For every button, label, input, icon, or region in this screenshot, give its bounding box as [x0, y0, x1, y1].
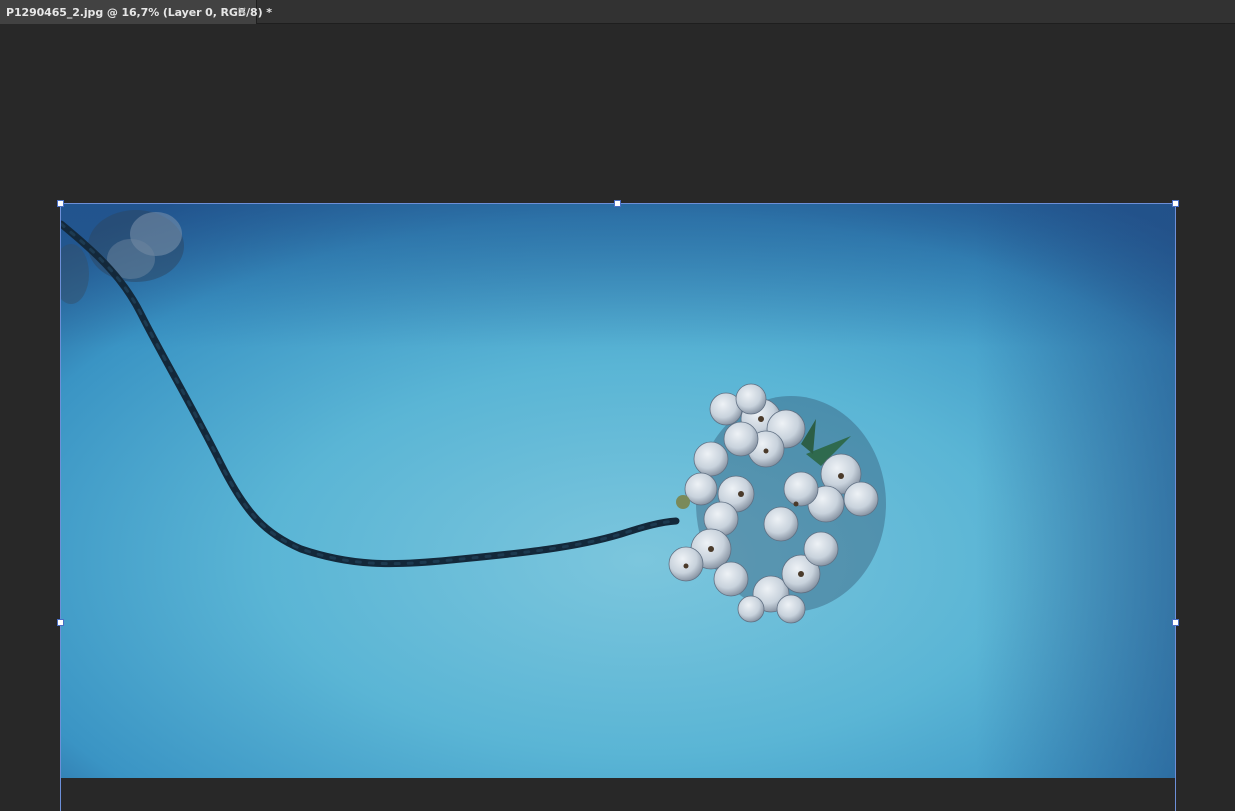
- document-tab-title: P1290465_2.jpg @ 16,7% (Layer 0, RGB/8) …: [6, 5, 272, 19]
- transform-handle-middle-right[interactable]: [1172, 619, 1179, 626]
- document-tab-bar: P1290465_2.jpg @ 16,7% (Layer 0, RGB/8) …: [0, 0, 1235, 24]
- close-icon[interactable]: ×: [236, 4, 248, 18]
- transform-handle-middle-left[interactable]: [57, 619, 64, 626]
- transform-bounding-box[interactable]: [60, 203, 1176, 811]
- document-tab[interactable]: P1290465_2.jpg @ 16,7% (Layer 0, RGB/8) …: [0, 0, 272, 24]
- transform-handle-top-center[interactable]: [614, 200, 621, 207]
- canvas-area[interactable]: [0, 25, 1235, 811]
- transform-handle-top-left[interactable]: [57, 200, 64, 207]
- photo-editor-window: P1290465_2.jpg @ 16,7% (Layer 0, RGB/8) …: [0, 0, 1235, 811]
- transform-handle-top-right[interactable]: [1172, 200, 1179, 207]
